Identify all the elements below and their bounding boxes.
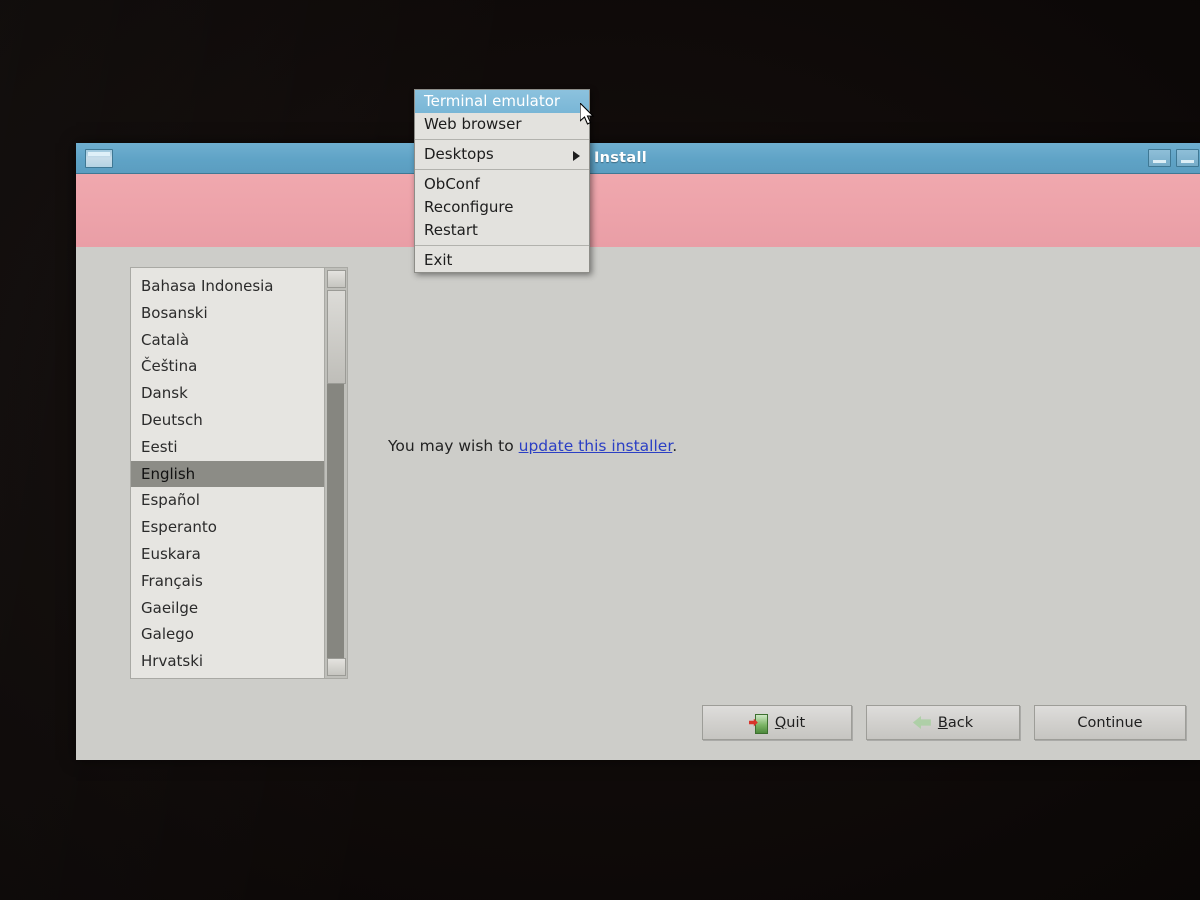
language-list-panel: Bahasa Indonesia Bosanski Català Čeština… — [130, 267, 348, 679]
dialog-button-row: Quit Back Continue — [702, 705, 1186, 740]
list-item[interactable]: Deutsch — [131, 407, 324, 434]
chevron-right-icon — [573, 151, 580, 161]
list-item[interactable]: Esperanto — [131, 514, 324, 541]
back-button[interactable]: Back — [866, 705, 1020, 740]
list-item[interactable]: Català — [131, 327, 324, 354]
menu-item-exit[interactable]: Exit — [415, 249, 589, 272]
list-item-selected[interactable]: English — [131, 460, 324, 488]
minimize-button[interactable] — [1148, 149, 1171, 167]
update-installer-notice: You may wish to update this installer. — [388, 437, 677, 455]
installer-window: Install Bahasa Indonesia Bosanski Català… — [76, 143, 1200, 760]
menu-item-terminal-emulator[interactable]: Terminal emulator — [415, 90, 589, 113]
menu-item-desktops[interactable]: Desktops — [415, 143, 589, 166]
maximize-button[interactable] — [1176, 149, 1199, 167]
list-item[interactable]: Bahasa Indonesia — [131, 273, 324, 300]
list-item[interactable]: Español — [131, 487, 324, 514]
exit-door-icon — [748, 713, 768, 734]
notice-suffix: . — [672, 437, 678, 455]
scroll-up-button[interactable] — [327, 270, 346, 288]
list-item[interactable]: Galego — [131, 621, 324, 648]
list-item[interactable]: Euskara — [131, 541, 324, 568]
scrollbar-thumb[interactable] — [327, 290, 346, 384]
quit-label-rest: uit — [786, 714, 806, 731]
list-item[interactable]: Gaeilge — [131, 595, 324, 622]
list-item[interactable]: Français — [131, 568, 324, 595]
installer-banner — [76, 174, 1200, 247]
list-item[interactable]: Čeština — [131, 353, 324, 380]
menu-item-restart[interactable]: Restart — [415, 219, 589, 242]
menu-item-reconfigure[interactable]: Reconfigure — [415, 196, 589, 219]
list-item[interactable]: Dansk — [131, 380, 324, 407]
menu-separator — [415, 169, 589, 170]
quit-button[interactable]: Quit — [702, 705, 852, 740]
menu-item-web-browser[interactable]: Web browser — [415, 113, 589, 136]
scrollbar-track[interactable] — [327, 384, 344, 658]
list-item[interactable]: Bosanski — [131, 300, 324, 327]
list-item[interactable]: Eesti — [131, 434, 324, 461]
language-list-scrollbar[interactable] — [324, 268, 347, 678]
menu-item-desktops-label: Desktops — [424, 145, 494, 163]
notice-prefix: You may wish to — [388, 437, 519, 455]
window-icon[interactable] — [85, 148, 113, 168]
language-list[interactable]: Bahasa Indonesia Bosanski Català Čeština… — [131, 268, 324, 678]
continue-button[interactable]: Continue — [1034, 705, 1186, 740]
window-title: Install — [593, 150, 648, 166]
menu-item-obconf[interactable]: ObConf — [415, 173, 589, 196]
left-arrow-icon — [912, 716, 931, 729]
menu-separator — [415, 245, 589, 246]
menu-separator — [415, 139, 589, 140]
back-label-rest: ack — [947, 714, 974, 731]
window-titlebar[interactable]: Install — [76, 143, 1200, 174]
continue-button-label: Continue — [1077, 714, 1143, 731]
quit-button-label: Quit — [774, 714, 806, 731]
installer-body: Bahasa Indonesia Bosanski Català Čeština… — [76, 247, 1200, 760]
list-item[interactable]: Hrvatski — [131, 648, 324, 675]
openbox-root-menu: Terminal emulator Web browser Desktops O… — [414, 89, 590, 273]
scroll-down-button[interactable] — [327, 658, 346, 676]
mouse-cursor — [580, 103, 595, 125]
back-button-label: Back — [937, 714, 974, 731]
update-installer-link[interactable]: update this installer — [519, 437, 673, 455]
